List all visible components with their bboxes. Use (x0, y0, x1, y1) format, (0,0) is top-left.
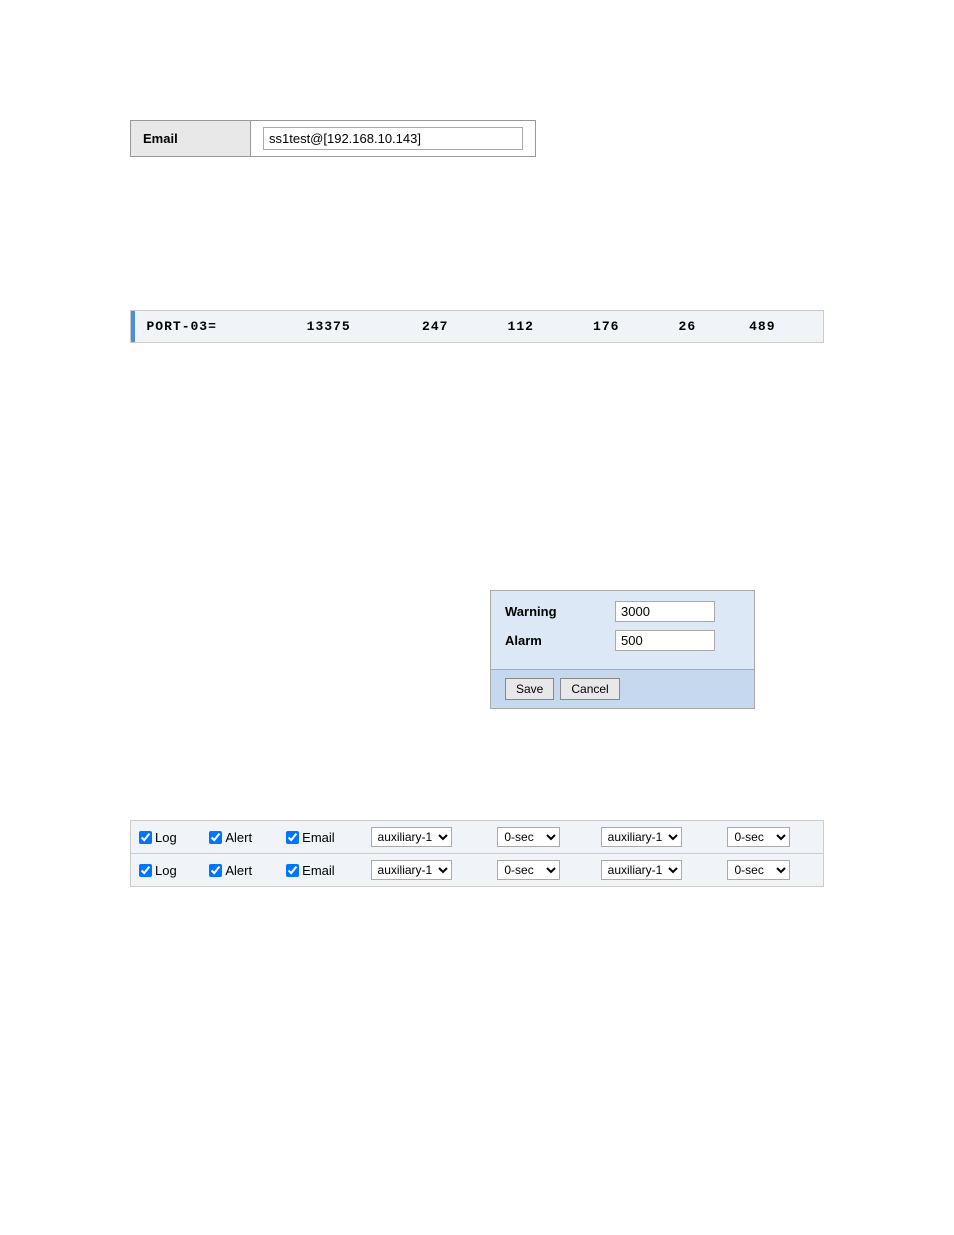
port-val-3: 112 (496, 311, 582, 343)
log-checkbox-1[interactable] (139, 831, 152, 844)
select1-cell-2: auxiliary-1 auxiliary-2 auxiliary-3 (363, 854, 490, 887)
dialog-footer: Save Cancel (491, 669, 754, 708)
select4-cell-1: 0-sec 10-sec 30-sec 60-sec (719, 821, 823, 854)
alert-group-1: Alert (209, 830, 270, 845)
email-cell-1: Email (278, 821, 362, 854)
checkbox-table: Log Alert Email auxiliary-1 (130, 820, 824, 887)
time-select-2-1[interactable]: 0-sec 10-sec 30-sec 60-sec (727, 827, 790, 847)
port-val-5: 26 (667, 311, 738, 343)
port-section: PORT-03= 13375 247 112 176 26 489 (130, 310, 824, 343)
alert-label-2: Alert (225, 863, 252, 878)
checkbox-section: Log Alert Email auxiliary-1 (130, 820, 824, 887)
email-checkbox-1[interactable] (286, 831, 299, 844)
port-val-6: 489 (737, 311, 823, 343)
port-name: PORT-03= (135, 311, 295, 343)
warning-row: Warning (505, 601, 740, 622)
warning-label: Warning (505, 604, 615, 619)
email-input[interactable] (263, 127, 523, 150)
email-group-2: Email (286, 863, 354, 878)
checkbox-row-1: Log Alert Email auxiliary-1 (131, 821, 824, 854)
select2-container-2: 0-sec 10-sec 30-sec 60-sec (497, 860, 584, 880)
alert-cell-2: Alert (201, 854, 278, 887)
alert-checkbox-1[interactable] (209, 831, 222, 844)
log-cell-1: Log (131, 821, 202, 854)
alert-group-2: Alert (209, 863, 270, 878)
email-section: Email (130, 120, 536, 157)
alert-label-1: Alert (225, 830, 252, 845)
time-select-1-1[interactable]: 0-sec 10-sec 30-sec 60-sec (497, 827, 560, 847)
port-val-4: 176 (581, 311, 667, 343)
checkbox-row-2: Log Alert Email auxiliary-1 (131, 854, 824, 887)
warning-alarm-dialog: Warning Alarm Save Cancel (490, 590, 755, 709)
log-checkbox-2[interactable] (139, 864, 152, 877)
select4-cell-2: 0-sec 10-sec 30-sec 60-sec (719, 854, 823, 887)
email-cb-label-2: Email (302, 863, 335, 878)
email-cb-label-1: Email (302, 830, 335, 845)
log-label-1: Log (155, 830, 177, 845)
port-row: PORT-03= 13375 247 112 176 26 489 (131, 311, 824, 343)
select3-container-2: auxiliary-1 auxiliary-2 auxiliary-3 (601, 860, 712, 880)
log-group-2: Log (139, 863, 193, 878)
select2-container-1: 0-sec 10-sec 30-sec 60-sec (497, 827, 584, 847)
alert-checkbox-2[interactable] (209, 864, 222, 877)
warning-input[interactable] (615, 601, 715, 622)
time-select-1-2[interactable]: 0-sec 10-sec 30-sec 60-sec (497, 860, 560, 880)
email-cell-2: Email (278, 854, 362, 887)
select1-container-2: auxiliary-1 auxiliary-2 auxiliary-3 (371, 860, 482, 880)
select1-cell-1: auxiliary-1 auxiliary-2 auxiliary-3 (363, 821, 490, 854)
select2-cell-1: 0-sec 10-sec 30-sec 60-sec (489, 821, 592, 854)
save-button[interactable]: Save (505, 678, 554, 700)
select3-cell-1: auxiliary-1 auxiliary-2 auxiliary-3 (593, 821, 720, 854)
select2-cell-2: 0-sec 10-sec 30-sec 60-sec (489, 854, 592, 887)
port-val-2: 247 (410, 311, 496, 343)
alarm-label: Alarm (505, 633, 615, 648)
select1-container-1: auxiliary-1 auxiliary-2 auxiliary-3 (371, 827, 482, 847)
dialog-box: Warning Alarm Save Cancel (490, 590, 755, 709)
auxiliary-select-1-1[interactable]: auxiliary-1 auxiliary-2 auxiliary-3 (371, 827, 452, 847)
log-group-1: Log (139, 830, 193, 845)
select4-container-2: 0-sec 10-sec 30-sec 60-sec (727, 860, 815, 880)
email-input-cell (251, 121, 536, 157)
email-table: Email (130, 120, 536, 157)
time-select-2-2[interactable]: 0-sec 10-sec 30-sec 60-sec (727, 860, 790, 880)
select4-container-1: 0-sec 10-sec 30-sec 60-sec (727, 827, 815, 847)
auxiliary-select-2-2[interactable]: auxiliary-1 auxiliary-2 auxiliary-3 (601, 860, 682, 880)
email-group-1: Email (286, 830, 354, 845)
alarm-input[interactable] (615, 630, 715, 651)
select3-container-1: auxiliary-1 auxiliary-2 auxiliary-3 (601, 827, 712, 847)
select3-cell-2: auxiliary-1 auxiliary-2 auxiliary-3 (593, 854, 720, 887)
email-label: Email (131, 121, 251, 157)
log-cell-2: Log (131, 854, 202, 887)
alarm-row: Alarm (505, 630, 740, 651)
auxiliary-select-2-1[interactable]: auxiliary-1 auxiliary-2 auxiliary-3 (601, 827, 682, 847)
email-checkbox-2[interactable] (286, 864, 299, 877)
port-table: PORT-03= 13375 247 112 176 26 489 (130, 310, 824, 343)
log-label-2: Log (155, 863, 177, 878)
alert-cell-1: Alert (201, 821, 278, 854)
dialog-content: Warning Alarm (491, 591, 754, 669)
auxiliary-select-1-2[interactable]: auxiliary-1 auxiliary-2 auxiliary-3 (371, 860, 452, 880)
port-val-1: 13375 (295, 311, 410, 343)
cancel-button[interactable]: Cancel (560, 678, 619, 700)
